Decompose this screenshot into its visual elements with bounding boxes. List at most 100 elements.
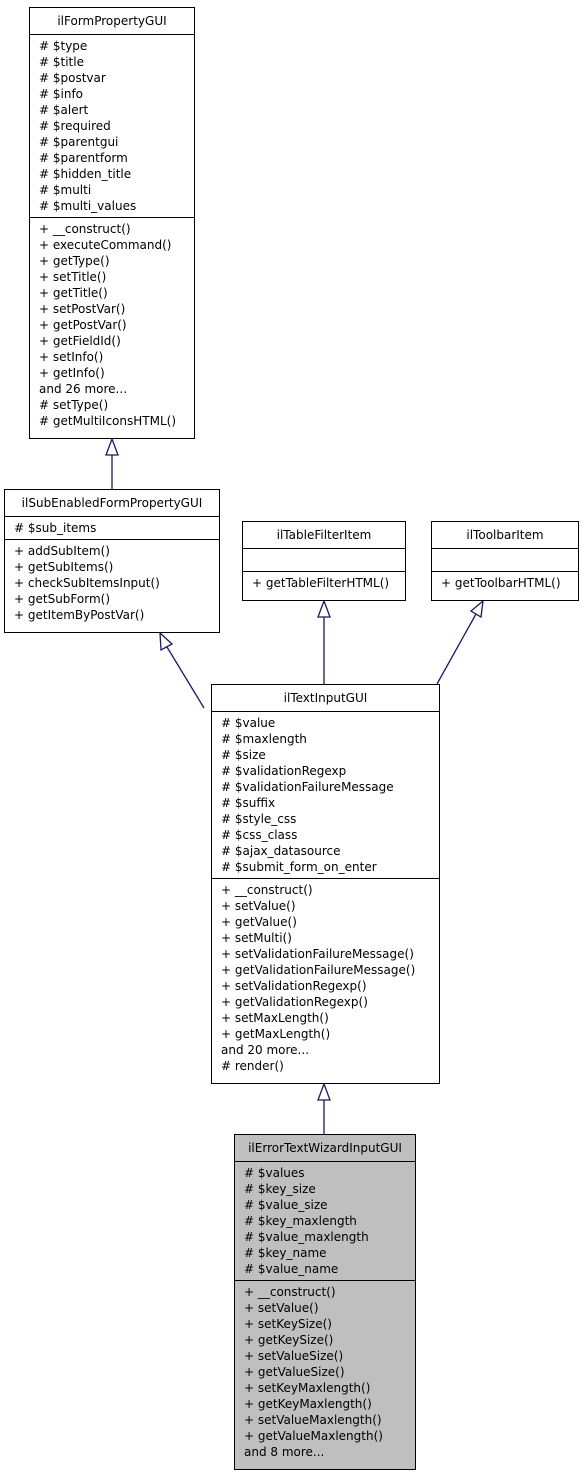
attributes-section: [432, 549, 578, 572]
class-box-iltablefilteritem[interactable]: ilTableFilterItem + getTableFilterHTML(): [242, 521, 406, 601]
method-item[interactable]: + getValidationFailureMessage(): [221, 962, 430, 978]
attributes-section: # $value # $maxlength # $size # $validation…: [212, 712, 439, 879]
method-item[interactable]: # getMultiIconsHTML(): [39, 413, 185, 429]
method-item[interactable]: + getTableFilterHTML(): [252, 575, 396, 591]
method-item[interactable]: + setValidationFailureMessage(): [221, 946, 430, 962]
method-item[interactable]: and 20 more...: [221, 1042, 430, 1058]
class-box-ilerrortextwizardinputgui[interactable]: ilErrorTextWizardInputGUI # $values # $ke…: [234, 1134, 416, 1470]
method-item[interactable]: + setKeyMaxlength(): [244, 1380, 406, 1396]
method-item[interactable]: + addSubItem(): [14, 543, 210, 559]
attribute-item[interactable]: # $suffix: [221, 795, 430, 811]
method-item[interactable]: + setTitle(): [39, 269, 185, 285]
attribute-item[interactable]: # $css_class: [221, 827, 430, 843]
attribute-item[interactable]: # $multi: [39, 182, 185, 198]
method-item[interactable]: + getToolbarHTML(): [441, 575, 569, 591]
method-item[interactable]: + getTitle(): [39, 285, 185, 301]
class-name[interactable]: ilErrorTextWizardInputGUI: [235, 1135, 415, 1162]
class-name[interactable]: ilTextInputGUI: [212, 685, 439, 712]
method-item[interactable]: + setValueSize(): [244, 1348, 406, 1364]
attribute-item[interactable]: # $multi_values: [39, 198, 185, 214]
method-item[interactable]: + setPostVar(): [39, 301, 185, 317]
class-name[interactable]: ilToolbarItem: [432, 522, 578, 549]
method-item[interactable]: + setInfo(): [39, 349, 185, 365]
attributes-section: # $type # $title # $postvar # $info # $alert…: [30, 35, 194, 218]
attribute-item[interactable]: # $maxlength: [221, 731, 430, 747]
method-item[interactable]: + getPostVar(): [39, 317, 185, 333]
attribute-item[interactable]: # $value_size: [244, 1197, 406, 1213]
attribute-item[interactable]: # $value_maxlength: [244, 1229, 406, 1245]
attribute-item[interactable]: # $postvar: [39, 70, 185, 86]
edge-textinput-to-toolbaritem: [436, 613, 477, 685]
methods-section: + __construct() + executeCommand() + getTy…: [30, 218, 194, 432]
method-item[interactable]: and 26 more...: [39, 381, 185, 397]
attribute-item[interactable]: # $submit_form_on_enter: [221, 859, 430, 875]
method-item[interactable]: + __construct(): [221, 882, 430, 898]
attribute-item[interactable]: # $ajax_datasource: [221, 843, 430, 859]
inheritance-arrowhead: [105, 437, 119, 456]
method-item[interactable]: + getKeySize(): [244, 1332, 406, 1348]
attribute-item[interactable]: # $parentform: [39, 150, 185, 166]
method-item[interactable]: + getInfo(): [39, 365, 185, 381]
inheritance-arrowhead: [317, 599, 331, 618]
attribute-item[interactable]: # $type: [39, 38, 185, 54]
attribute-item[interactable]: # $key_size: [244, 1181, 406, 1197]
method-item[interactable]: + getKeyMaxlength(): [244, 1396, 406, 1412]
method-item[interactable]: + checkSubItemsInput(): [14, 575, 210, 591]
class-box-iltoolbaritem[interactable]: ilToolbarItem + getToolbarHTML(): [431, 521, 579, 601]
class-name[interactable]: ilSubEnabledFormPropertyGUI: [5, 490, 219, 517]
inheritance-arrowhead: [469, 599, 484, 619]
method-item[interactable]: + setValue(): [244, 1300, 406, 1316]
methods-section: + getTableFilterHTML(): [243, 572, 405, 594]
class-name[interactable]: ilTableFilterItem: [243, 522, 405, 549]
class-box-iltextinputgui[interactable]: ilTextInputGUI # $value # $maxlength # $si…: [211, 684, 440, 1084]
methods-section: + __construct() + setValue() + getValue() +…: [212, 879, 439, 1077]
class-name[interactable]: ilFormPropertyGUI: [30, 8, 194, 35]
inheritance-arrowhead: [317, 1082, 331, 1101]
attribute-item[interactable]: # $validationFailureMessage: [221, 779, 430, 795]
attribute-item[interactable]: # $validationRegexp: [221, 763, 430, 779]
methods-section: + addSubItem() + getSubItems() + checkSubI…: [5, 540, 219, 626]
class-box-ilsubenabledformpropertygui[interactable]: ilSubEnabledFormPropertyGUI # $sub_items…: [4, 489, 220, 633]
method-item[interactable]: + getType(): [39, 253, 185, 269]
attributes-section: # $values # $key_size # $value_size # $key_…: [235, 1162, 415, 1281]
method-item[interactable]: + getValueSize(): [244, 1364, 406, 1380]
method-item[interactable]: + setMaxLength(): [221, 1010, 430, 1026]
attributes-section: [243, 549, 405, 572]
class-box-ilformpropertygui[interactable]: ilFormPropertyGUI # $type # $title # $post…: [29, 7, 195, 439]
method-item[interactable]: + getValue(): [221, 914, 430, 930]
method-item[interactable]: + __construct(): [39, 221, 185, 237]
method-item[interactable]: + setValueMaxlength(): [244, 1412, 406, 1428]
method-item[interactable]: + getSubForm(): [14, 591, 210, 607]
method-item[interactable]: + setMulti(): [221, 930, 430, 946]
method-item[interactable]: + getValidationRegexp(): [221, 994, 430, 1010]
attribute-item[interactable]: # $values: [244, 1165, 406, 1181]
attribute-item[interactable]: # $hidden_title: [39, 166, 185, 182]
method-item[interactable]: + getItemByPostVar(): [14, 607, 210, 623]
attribute-item[interactable]: # $value: [221, 715, 430, 731]
method-item[interactable]: + getValueMaxlength(): [244, 1428, 406, 1444]
method-item[interactable]: + executeCommand(): [39, 237, 185, 253]
method-item[interactable]: + setValue(): [221, 898, 430, 914]
methods-section: + __construct() + setValue() + setKeySize(…: [235, 1281, 415, 1463]
method-item[interactable]: + getMaxLength(): [221, 1026, 430, 1042]
attribute-item[interactable]: # $info: [39, 86, 185, 102]
attribute-item[interactable]: # $key_maxlength: [244, 1213, 406, 1229]
attribute-item[interactable]: # $size: [221, 747, 430, 763]
attributes-section: # $sub_items: [5, 517, 219, 540]
attribute-item[interactable]: # $key_name: [244, 1245, 406, 1261]
attribute-item[interactable]: # $title: [39, 54, 185, 70]
method-item[interactable]: and 8 more...: [244, 1444, 406, 1460]
attribute-item[interactable]: # $value_name: [244, 1261, 406, 1277]
attribute-item[interactable]: # $style_css: [221, 811, 430, 827]
method-item[interactable]: + __construct(): [244, 1284, 406, 1300]
attribute-item[interactable]: # $required: [39, 118, 185, 134]
method-item[interactable]: + getFieldId(): [39, 333, 185, 349]
attribute-item[interactable]: # $sub_items: [14, 520, 210, 536]
method-item[interactable]: # render(): [221, 1058, 430, 1074]
method-item[interactable]: + getSubItems(): [14, 559, 210, 575]
method-item[interactable]: + setKeySize(): [244, 1316, 406, 1332]
attribute-item[interactable]: # $alert: [39, 102, 185, 118]
method-item[interactable]: + setValidationRegexp(): [221, 978, 430, 994]
method-item[interactable]: # setType(): [39, 397, 185, 413]
attribute-item[interactable]: # $parentgui: [39, 134, 185, 150]
